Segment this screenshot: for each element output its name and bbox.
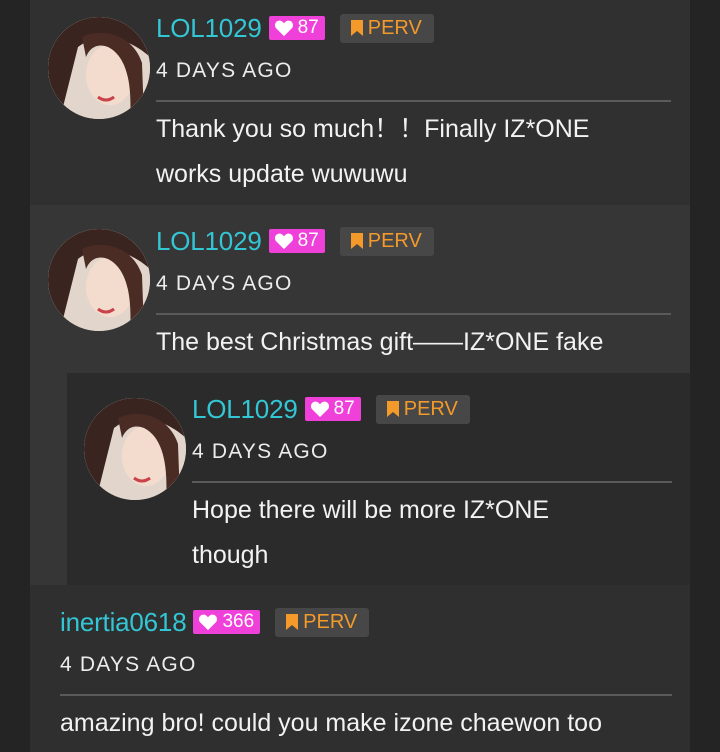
comment-header: LOL1029 87 PERV	[156, 226, 434, 256]
comment-text-line: Hope there will be more IZ*ONE	[192, 496, 550, 524]
divider	[156, 100, 671, 102]
likes-count: 366	[222, 611, 255, 632]
comment-header: inertia0618 366 PERV	[60, 607, 370, 637]
badge-label: PERV	[403, 397, 458, 420]
comment-text: Hope there will be more IZ*ONE though	[192, 488, 549, 578]
comment-text-line: The best Christmas gift——IZ*ONE fake	[156, 328, 604, 356]
bookmark-icon	[350, 20, 363, 36]
comment-text: Thank you so much！！Finally IZ*ONE works …	[156, 107, 589, 197]
divider	[192, 481, 672, 483]
avatar[interactable]	[48, 17, 150, 119]
bookmark-icon	[286, 614, 299, 630]
badge-label: PERV	[303, 610, 358, 633]
likes-badge: 87	[304, 397, 361, 421]
timestamp: 4 DAYS AGO	[192, 440, 329, 463]
username-link[interactable]: LOL1029	[156, 13, 262, 43]
timestamp: 4 DAYS AGO	[156, 272, 293, 295]
timestamp: 4 DAYS AGO	[156, 59, 293, 82]
badge-label: PERV	[367, 229, 422, 252]
bookmark-icon	[386, 401, 399, 417]
username-link[interactable]: LOL1029	[156, 226, 262, 256]
comment-text-line: Thank you so much！！Finally IZ*ONE	[156, 115, 590, 143]
perv-badge: PERV	[275, 607, 370, 637]
comment: LOL1029 87 PERV 4 DAYS AGO Thank you so …	[30, 0, 690, 205]
username-link[interactable]: inertia0618	[60, 607, 187, 637]
timestamp: 4 DAYS AGO	[60, 653, 197, 676]
comment-thread: LOL1029 87 PERV 4 DAYS AGO Thank you so …	[30, 0, 690, 752]
likes-count: 87	[333, 398, 355, 419]
perv-badge: PERV	[339, 226, 434, 256]
likes-badge: 366	[193, 610, 261, 634]
comment-header: LOL1029 87 PERV	[192, 394, 470, 424]
heart-icon	[310, 401, 329, 418]
perv-badge: PERV	[375, 394, 470, 424]
avatar[interactable]	[84, 398, 186, 500]
likes-badge: 87	[268, 16, 325, 40]
comment: inertia0618 366 PERV 4 DAYS AGO amazing …	[30, 585, 690, 752]
perv-badge: PERV	[339, 13, 434, 43]
likes-count: 87	[297, 17, 319, 38]
comment-text-line: works update wuwuwu	[156, 160, 408, 188]
heart-icon	[274, 233, 293, 250]
badge-label: PERV	[367, 16, 422, 39]
comment-text: amazing bro! could you make izone chaewo…	[60, 701, 602, 746]
avatar[interactable]	[48, 229, 150, 331]
divider	[60, 694, 672, 696]
heart-icon	[274, 20, 293, 37]
username-link[interactable]: LOL1029	[192, 394, 298, 424]
comment-text-line: though	[192, 541, 269, 569]
likes-count: 87	[297, 230, 319, 251]
likes-badge: 87	[268, 229, 325, 253]
heart-icon	[199, 614, 218, 631]
reply-comment: LOL1029 87 PERV 4 DAYS AGO Hope there wi…	[67, 373, 690, 585]
comment-header: LOL1029 87 PERV	[156, 13, 434, 43]
divider	[156, 313, 671, 315]
bookmark-icon	[350, 233, 363, 249]
comment-text-line: amazing bro! could you make izone chaewo…	[60, 709, 602, 737]
comment-text: The best Christmas gift——IZ*ONE fake	[156, 320, 603, 365]
